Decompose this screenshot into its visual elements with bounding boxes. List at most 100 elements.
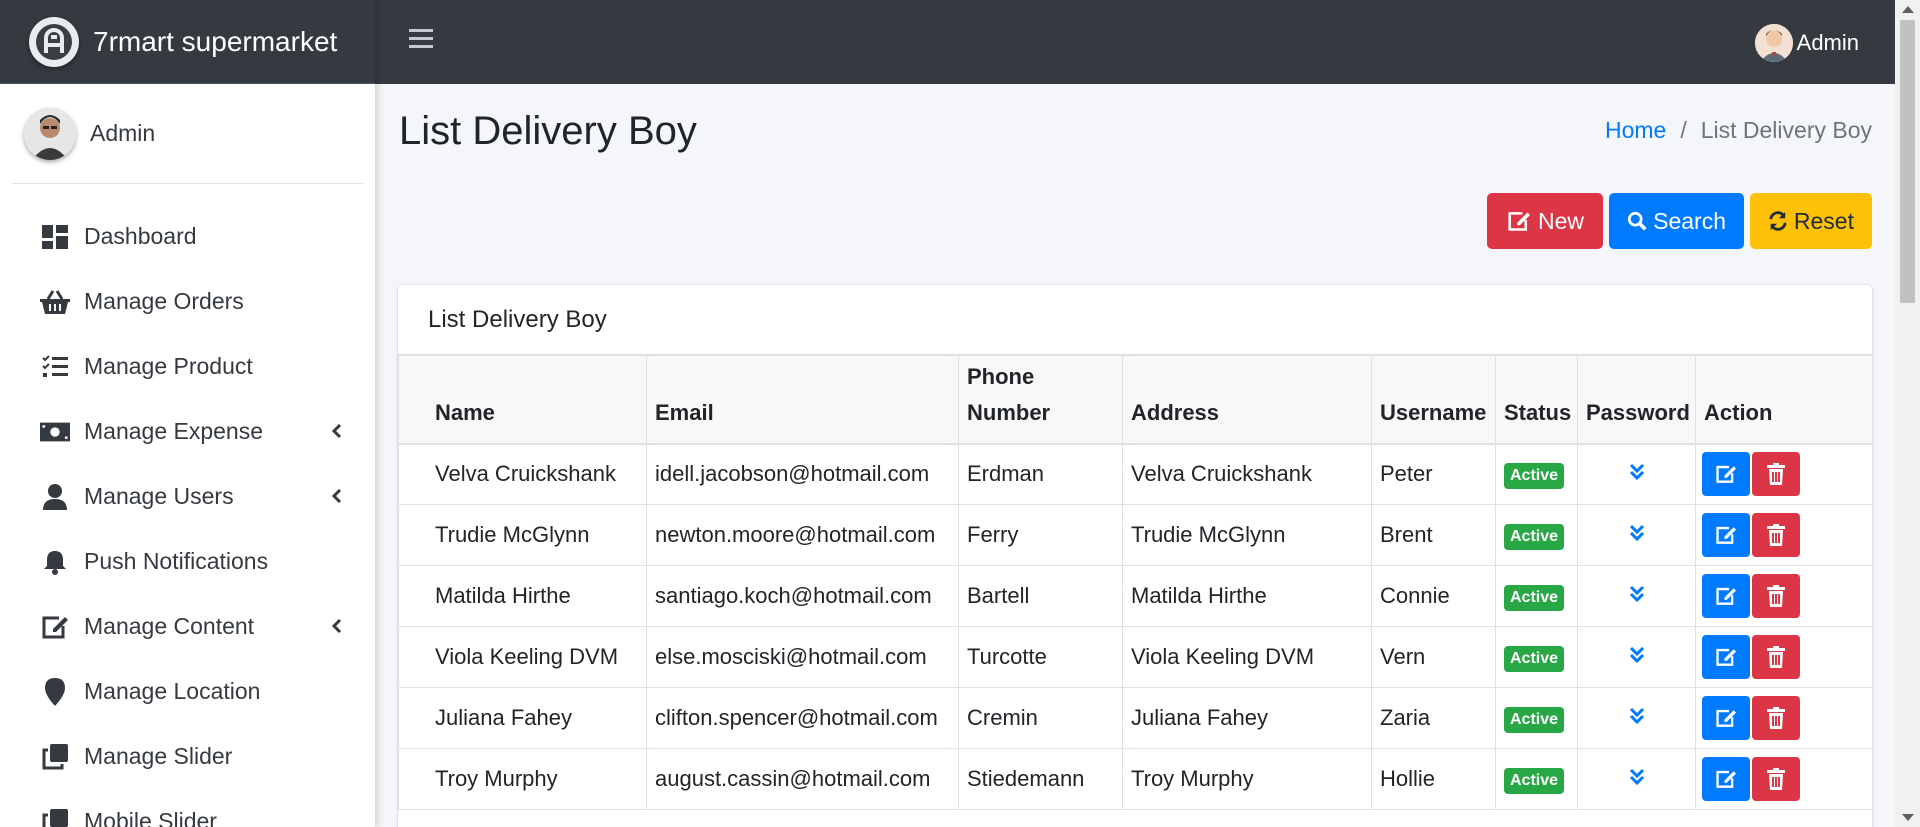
scroll-down-arrow-icon[interactable] xyxy=(1902,814,1914,821)
cell-password xyxy=(1577,626,1696,688)
cell-phone: Turcotte xyxy=(958,626,1123,688)
edit-button[interactable] xyxy=(1702,574,1750,618)
angle-double-down-icon[interactable] xyxy=(1629,522,1645,547)
sidebar-item-manage-expense[interactable]: Manage Expense xyxy=(0,399,375,464)
brand-logo-icon xyxy=(29,16,79,67)
angle-double-down-icon[interactable] xyxy=(1629,644,1645,669)
cell-address: Juliana Fahey xyxy=(1122,687,1372,749)
column-header-phone: Phone Number xyxy=(958,355,1123,445)
sidebar-item-label: Manage Content xyxy=(84,613,255,639)
cell-email: august.cassin@hotmail.com xyxy=(646,748,959,810)
sidebar-item-manage-content[interactable]: Manage Content xyxy=(0,594,375,659)
top-user-name: Admin xyxy=(1796,30,1859,55)
search-button[interactable]: Search xyxy=(1609,193,1744,249)
top-user-menu[interactable]: Admin xyxy=(1754,24,1859,62)
reset-button[interactable]: Reset xyxy=(1750,193,1872,249)
scrollbar-thumb[interactable] xyxy=(1900,20,1915,303)
delete-button[interactable] xyxy=(1752,635,1800,679)
cell-address: Troy Murphy xyxy=(1122,748,1372,810)
angle-double-down-icon[interactable] xyxy=(1629,766,1645,791)
table-row: Velva Cruickshank idell.jacobson@hotmail.… xyxy=(398,443,1872,505)
trash-icon xyxy=(1767,646,1785,668)
column-header-status: Status xyxy=(1495,355,1578,445)
cell-email: santiago.koch@hotmail.com xyxy=(646,565,959,627)
cell-phone: Erdman xyxy=(958,443,1123,505)
new-button[interactable]: New xyxy=(1487,193,1603,249)
dashboard-icon xyxy=(40,222,70,252)
column-header-address: Address xyxy=(1122,355,1372,445)
reset-button-label: Reset xyxy=(1793,207,1854,234)
sidebar-item-label: Manage Location xyxy=(84,678,261,704)
cell-username: Zaria xyxy=(1371,687,1496,749)
delete-button[interactable] xyxy=(1752,452,1800,497)
cell-username: Peter xyxy=(1371,443,1496,505)
sidebar-item-manage-product[interactable]: Manage Product xyxy=(0,334,375,399)
delete-button[interactable] xyxy=(1752,757,1800,801)
list-check-icon xyxy=(40,352,70,382)
sidebar-item-push-notifications[interactable]: Push Notifications xyxy=(0,529,375,594)
sidebar-item-label: Manage Expense xyxy=(84,418,264,444)
sidebar-item-label: Push Notifications xyxy=(84,548,269,574)
cell-address: Matilda Hirthe xyxy=(1122,565,1372,627)
angle-double-down-icon[interactable] xyxy=(1629,461,1645,486)
sidebar-item-label: Manage Slider xyxy=(84,743,233,769)
sidebar-item-label: Manage Users xyxy=(84,483,234,509)
search-icon xyxy=(1627,211,1647,231)
angle-double-down-icon[interactable] xyxy=(1629,583,1645,608)
sidebar-item-manage-orders[interactable]: Manage Orders xyxy=(0,269,375,334)
page-scrollbar[interactable] xyxy=(1895,0,1920,827)
cell-phone: Bartell xyxy=(958,565,1123,627)
scroll-up-arrow-icon[interactable] xyxy=(1902,6,1914,13)
cell-email: clifton.spencer@hotmail.com xyxy=(646,687,959,749)
sidebar-user-name: Admin xyxy=(90,120,156,146)
status-badge[interactable]: Active xyxy=(1504,462,1565,489)
main-sidebar: 7rmart supermarket Admin Dashboard Manag… xyxy=(0,0,375,827)
cell-password xyxy=(1577,565,1696,627)
sidebar-item-manage-users[interactable]: Manage Users xyxy=(0,464,375,529)
cell-phone: Cremin xyxy=(958,687,1123,749)
status-badge[interactable]: Active xyxy=(1504,645,1565,672)
cell-username: Connie xyxy=(1371,565,1496,627)
trash-icon xyxy=(1767,463,1785,486)
cell-address: Viola Keeling DVM xyxy=(1122,626,1372,688)
edit-icon xyxy=(1716,587,1736,605)
edit-button[interactable] xyxy=(1702,696,1750,740)
sidebar-item-manage-slider[interactable]: Manage Slider xyxy=(0,724,375,789)
status-badge[interactable]: Active xyxy=(1504,706,1565,733)
edit-button[interactable] xyxy=(1702,757,1750,801)
brand-link[interactable]: 7rmart supermarket xyxy=(0,0,375,84)
column-header-action: Action xyxy=(1695,355,1872,445)
card-title: List Delivery Boy xyxy=(398,285,1872,355)
column-header-name: Name xyxy=(398,355,647,445)
sidebar-item-dashboard[interactable]: Dashboard xyxy=(0,204,375,269)
hamburger-menu-icon[interactable] xyxy=(409,28,435,54)
cell-address: Velva Cruickshank xyxy=(1122,443,1372,505)
sidebar-item-mobile-slider[interactable]: Mobile Slider xyxy=(0,789,375,827)
sidebar-item-manage-location[interactable]: Manage Location xyxy=(0,659,375,724)
cell-action xyxy=(1695,443,1872,505)
cell-action xyxy=(1695,748,1872,810)
edit-button[interactable] xyxy=(1702,635,1750,679)
status-badge[interactable]: Active xyxy=(1504,767,1565,794)
cell-phone: Ferry xyxy=(958,504,1123,566)
chevron-left-icon xyxy=(327,486,347,506)
user-panel[interactable]: Admin xyxy=(12,84,363,184)
status-badge[interactable]: Active xyxy=(1504,523,1565,550)
delete-button[interactable] xyxy=(1752,574,1800,618)
edit-button[interactable] xyxy=(1702,452,1750,497)
table-row: Viola Keeling DVM else.mosciski@hotmail.c… xyxy=(398,626,1872,688)
cell-status: Active xyxy=(1495,443,1578,505)
page-title: List Delivery Boy xyxy=(399,109,697,153)
angle-double-down-icon[interactable] xyxy=(1629,705,1645,730)
breadcrumb-home-link[interactable]: Home xyxy=(1605,117,1666,144)
column-header-username: Username xyxy=(1371,355,1496,445)
trash-icon xyxy=(1767,768,1785,790)
table-row: Troy Murphy august.cassin@hotmail.com Stie… xyxy=(398,748,1872,810)
delete-button[interactable] xyxy=(1752,696,1800,740)
delete-button[interactable] xyxy=(1752,513,1800,557)
cell-username: Vern xyxy=(1371,626,1496,688)
edit-button[interactable] xyxy=(1702,513,1750,557)
table-body: Velva Cruickshank idell.jacobson@hotmail.… xyxy=(398,443,1872,810)
status-badge[interactable]: Active xyxy=(1504,584,1565,611)
sidebar-item-label: Dashboard xyxy=(84,223,197,249)
